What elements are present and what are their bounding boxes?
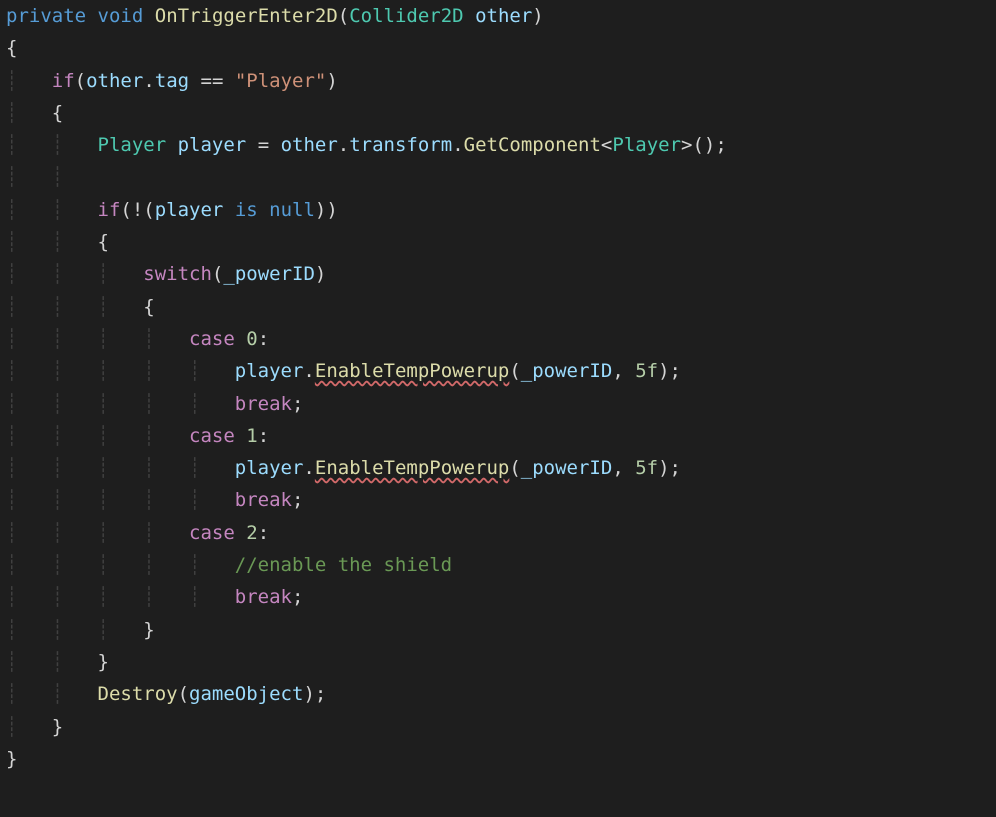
code-line: ┊ ┊ ┊ switch(_powerID) — [6, 263, 326, 285]
code-line: private void OnTriggerEnter2D(Collider2D… — [6, 5, 544, 27]
code-line: ┊ { — [6, 102, 63, 124]
code-line: ┊ ┊ ┊ ┊ case 0: — [6, 328, 269, 350]
error-underline: EnableTempPowerup — [315, 360, 509, 382]
code-line: ┊ ┊ ┊ ┊ ┊ break; — [6, 489, 303, 511]
code-line: ┊ ┊ { — [6, 231, 109, 253]
code-line: ┊ ┊ ┊ } — [6, 619, 155, 641]
code-line: ┊ ┊ ┊ ┊ ┊ break; — [6, 586, 303, 608]
code-line: ┊ ┊ ┊ ┊ ┊ break; — [6, 393, 303, 415]
code-line: { — [6, 37, 17, 59]
code-line: ┊ ┊ ┊ { — [6, 296, 155, 318]
code-line: ┊ ┊ ┊ ┊ ┊ player.EnableTempPowerup(_powe… — [6, 457, 681, 479]
error-underline: EnableTempPowerup — [315, 457, 509, 479]
code-line: ┊ ┊ } — [6, 651, 109, 673]
code-line: ┊ ┊ ┊ ┊ case 2: — [6, 522, 269, 544]
code-line: ┊ ┊ ┊ ┊ ┊ //enable the shield — [6, 554, 452, 576]
code-line: ┊ ┊ ┊ ┊ ┊ player.EnableTempPowerup(_powe… — [6, 360, 681, 382]
code-line: ┊ ┊ Player player = other.transform.GetC… — [6, 134, 727, 156]
code-line: ┊ ┊ — [6, 166, 63, 188]
code-line: ┊ if(other.tag == "Player") — [6, 70, 338, 92]
code-line: ┊ ┊ ┊ ┊ case 1: — [6, 425, 269, 447]
code-line: ┊ ┊ Destroy(gameObject); — [6, 683, 326, 705]
code-editor[interactable]: private void OnTriggerEnter2D(Collider2D… — [0, 0, 996, 775]
code-line: } — [6, 748, 17, 770]
code-line: ┊ ┊ if(!(player is null)) — [6, 199, 338, 221]
code-line: ┊ } — [6, 716, 63, 738]
